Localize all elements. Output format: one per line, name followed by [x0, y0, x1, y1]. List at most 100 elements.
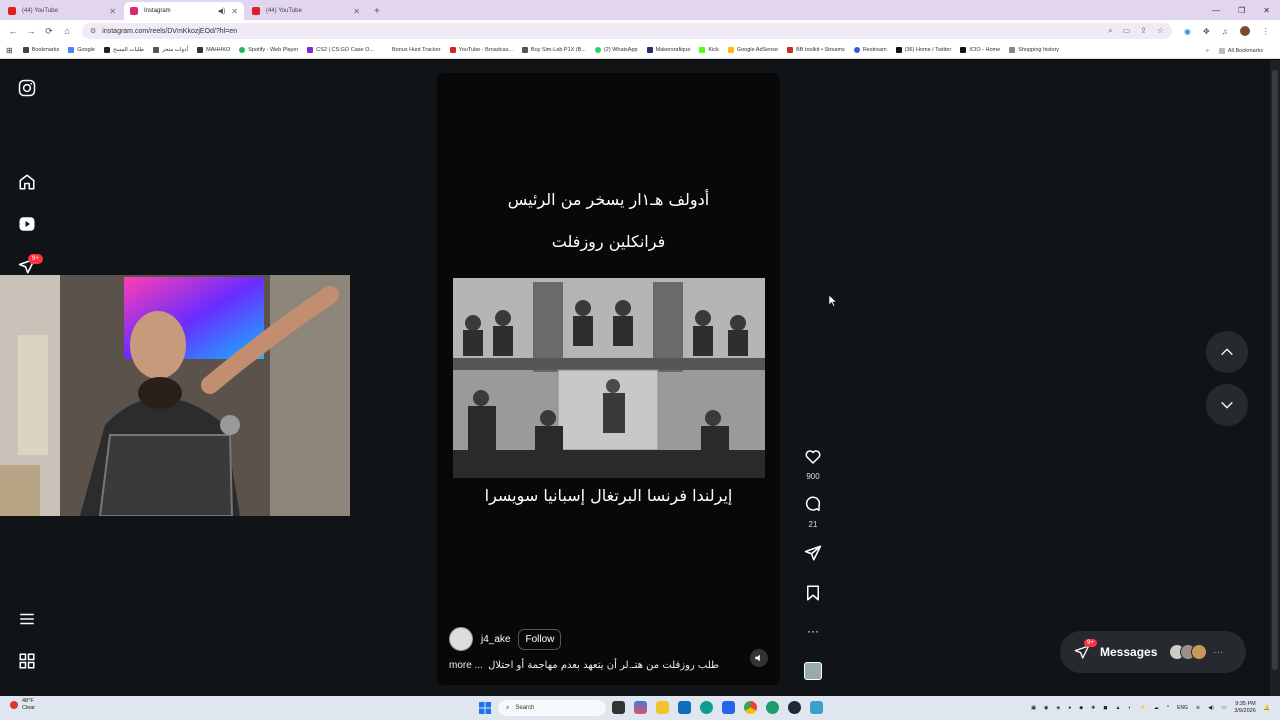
language-indicator[interactable]: ENG: [1177, 705, 1188, 711]
new-tab-button[interactable]: +: [374, 2, 380, 20]
copilot-icon[interactable]: [634, 701, 647, 714]
taskbar-search[interactable]: ⌕ Search: [498, 700, 606, 716]
heart-icon[interactable]: [804, 448, 822, 466]
more-link[interactable]: more ...: [449, 660, 483, 671]
close-window-icon[interactable]: ✕: [1263, 6, 1270, 15]
tray-app-icon[interactable]: ◼: [1103, 705, 1107, 711]
battery-icon[interactable]: ▭: [1222, 705, 1227, 711]
author-avatar[interactable]: [449, 627, 473, 651]
bookmark-star-icon[interactable]: ☆: [1157, 26, 1164, 36]
tray-app-icon[interactable]: ⚡: [1139, 705, 1145, 711]
profile-avatar[interactable]: [1239, 26, 1250, 36]
notifications-icon[interactable]: 🔔: [1264, 705, 1270, 711]
tray-app-icon[interactable]: ▲: [1115, 705, 1120, 711]
tab-instagram[interactable]: Instagram ◀) ✕: [124, 2, 244, 20]
task-view-icon[interactable]: [612, 701, 625, 714]
clock[interactable]: 9:35 PM 3/9/2026: [1234, 701, 1255, 715]
volume-button[interactable]: [750, 649, 768, 667]
all-bookmarks-button[interactable]: All Bookmarks: [1218, 47, 1263, 54]
forward-icon[interactable]: →: [22, 26, 40, 36]
site-info-icon[interactable]: ⚙: [90, 27, 96, 35]
wifi-icon[interactable]: ≋: [1196, 705, 1200, 711]
media-control-icon[interactable]: ♫: [1222, 27, 1228, 36]
bookmark-item[interactable]: MAHHKO: [197, 47, 230, 53]
bookmark-item[interactable]: BB toolkit • Streams: [787, 47, 845, 53]
tray-app-icon[interactable]: ◐: [1128, 705, 1131, 711]
bookmark-item[interactable]: CS2 | CS:GO Case O...: [307, 47, 374, 53]
zoom-icon[interactable]: ⌕: [1108, 26, 1112, 36]
store-icon[interactable]: [722, 701, 735, 714]
share-icon[interactable]: [804, 544, 822, 562]
menu-dots-icon[interactable]: ⋮: [1262, 27, 1270, 36]
scrollbar-thumb[interactable]: [1272, 70, 1278, 670]
bookmark-item[interactable]: Restream: [853, 47, 887, 53]
bookmark-item[interactable]: YouTube - Broadcas...: [449, 47, 513, 53]
messages-button[interactable]: 9+ Messages ···: [1060, 631, 1246, 673]
more-bookmarks-icon[interactable]: »: [1206, 48, 1209, 54]
tray-app-icon[interactable]: ◉: [1044, 705, 1048, 711]
close-tab-icon[interactable]: ✕: [353, 7, 360, 16]
comment-icon[interactable]: [804, 496, 822, 514]
back-icon[interactable]: ←: [4, 26, 22, 36]
bookmark-item[interactable]: (36) Home / Twitter: [895, 47, 951, 53]
volume-icon[interactable]: ◀): [1208, 705, 1214, 711]
extension-icon[interactable]: ◉: [1184, 27, 1191, 36]
chrome-icon[interactable]: [744, 701, 757, 714]
tab-youtube-1[interactable]: (44) YouTube ✕: [2, 2, 122, 20]
maximize-icon[interactable]: ❐: [1238, 6, 1245, 15]
show-hidden-icons[interactable]: ^: [1167, 705, 1169, 711]
reload-icon[interactable]: ⟳: [40, 26, 58, 37]
app-icon[interactable]: [810, 701, 823, 714]
apps-grid-icon[interactable]: ⊞: [6, 46, 13, 55]
windows-start-icon[interactable]: [479, 702, 491, 714]
steam-icon[interactable]: [788, 701, 801, 714]
like-action[interactable]: 900: [800, 448, 826, 481]
address-bar[interactable]: ⚙ instagram.com/reels/DVmKkozjEOd/?hl=en…: [82, 23, 1172, 39]
next-reel-button[interactable]: [1206, 384, 1248, 426]
tray-app-icon[interactable]: ◈: [1056, 705, 1060, 711]
reel-video[interactable]: أدولف هـ١ار يسخر من الرئيس فرانكلين روزف…: [437, 73, 780, 685]
cast-icon[interactable]: ▭: [1123, 26, 1131, 36]
outlook-icon[interactable]: [678, 701, 691, 714]
close-tab-icon[interactable]: ✕: [231, 7, 238, 16]
tab-youtube-2[interactable]: (44) YouTube ✕: [246, 2, 366, 20]
weather-widget[interactable]: 48°F Clear: [10, 698, 35, 712]
bookmark-item[interactable]: (2) WhatsApp: [594, 47, 638, 53]
bookmark-item[interactable]: Google AdSense: [727, 47, 778, 53]
bookmark-icon[interactable]: [804, 584, 822, 602]
save-action[interactable]: [800, 584, 826, 607]
menu-icon[interactable]: [18, 610, 36, 628]
instagram-logo-icon[interactable]: [18, 79, 36, 97]
bookmark-item[interactable]: Shopping history: [1009, 47, 1059, 53]
file-explorer-icon[interactable]: [656, 701, 669, 714]
bookmark-item[interactable]: Buy Sim-Lab P1X (B...: [521, 47, 586, 53]
audio-thumbnail[interactable]: [804, 662, 822, 680]
bookmark-item[interactable]: Spotify - Web Player: [239, 47, 298, 53]
app-icon[interactable]: [766, 701, 779, 714]
bookmark-item[interactable]: Google: [68, 47, 95, 53]
more-icon[interactable]: ···: [1213, 647, 1223, 658]
bookmark-item[interactable]: Makersrafique: [646, 47, 690, 53]
follow-button[interactable]: Follow: [518, 628, 562, 650]
bookmark-item[interactable]: Bookmarks: [22, 47, 59, 53]
more-options-icon[interactable]: ···: [800, 624, 826, 638]
tray-app-icon[interactable]: ▣: [1031, 705, 1036, 711]
reels-icon[interactable]: [18, 215, 36, 233]
bookmark-item[interactable]: Kick: [699, 47, 719, 53]
edge-icon[interactable]: [700, 701, 713, 714]
page-scrollbar[interactable]: [1270, 60, 1280, 696]
home-icon[interactable]: [18, 173, 36, 191]
close-tab-icon[interactable]: ✕: [109, 7, 116, 16]
tray-app-icon[interactable]: ◆: [1079, 705, 1083, 711]
previous-reel-button[interactable]: [1206, 331, 1248, 373]
tray-app-icon[interactable]: ●: [1068, 705, 1071, 711]
extensions-puzzle-icon[interactable]: ✥: [1203, 27, 1210, 36]
more-apps-icon[interactable]: [18, 652, 36, 670]
tray-app-icon[interactable]: ☁: [1154, 705, 1159, 711]
share-icon[interactable]: ⇪: [1140, 26, 1147, 36]
share-action[interactable]: [800, 544, 826, 567]
bookmark-item[interactable]: طلبات المسح: [103, 47, 144, 53]
bookmark-item[interactable]: Bonus Hunt Tracker: [382, 47, 441, 53]
home-icon[interactable]: ⌂: [58, 26, 76, 36]
bookmark-item[interactable]: أدوات متجر: [153, 47, 188, 53]
